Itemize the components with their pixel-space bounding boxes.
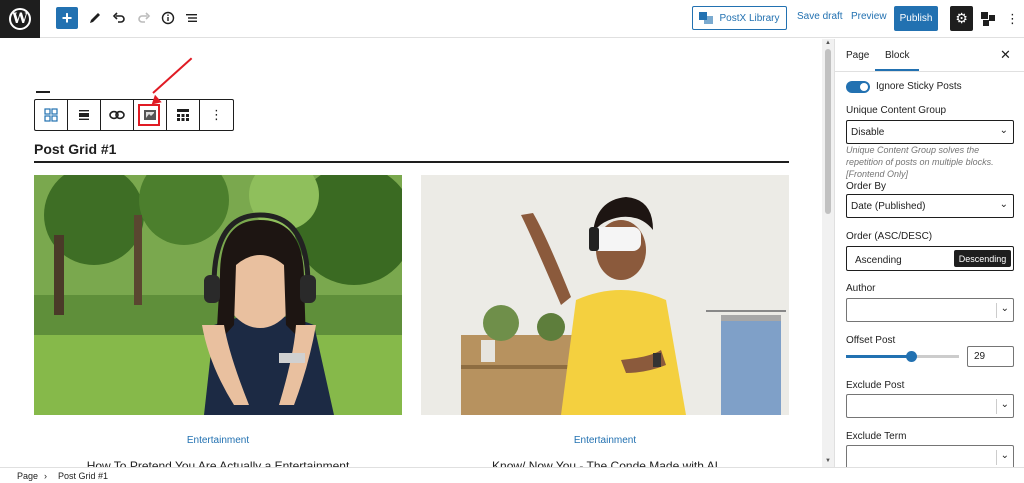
exclude-post-select[interactable]: ⌄	[846, 394, 1014, 418]
link-icon[interactable]	[101, 100, 134, 130]
offset-label: Offset Post	[846, 335, 896, 346]
unique-group-select[interactable]: Disable ⌄	[846, 120, 1014, 144]
add-block-button[interactable]: +	[56, 7, 78, 29]
publish-button[interactable]: Publish	[894, 6, 938, 31]
breadcrumb-block[interactable]: Post Grid #1	[58, 471, 108, 481]
slider-thumb[interactable]	[906, 351, 918, 362]
details-info-icon[interactable]	[161, 7, 175, 29]
offset-slider[interactable]	[846, 351, 959, 362]
tab-block[interactable]: Block	[874, 50, 921, 71]
chevron-down-icon: ⌄	[1000, 450, 1009, 461]
chevron-down-icon: ⌄	[999, 199, 1008, 210]
align-icon[interactable]	[68, 100, 101, 130]
canvas-scrollbar[interactable]: ▲ ▼	[822, 39, 834, 467]
author-label: Author	[846, 283, 876, 294]
edit-pencil-icon[interactable]	[88, 7, 102, 29]
ascending-option[interactable]: Ascending	[855, 255, 902, 266]
layout-grid-icon[interactable]	[167, 100, 200, 130]
postx-library-button[interactable]: PostX Library	[692, 6, 787, 30]
wordpress-logo-icon[interactable]: W	[0, 0, 40, 38]
post-category[interactable]: Entertainment	[34, 435, 402, 446]
post-grid-block-icon[interactable]	[35, 100, 68, 130]
postx-library-label: PostX Library	[719, 12, 780, 24]
order-by-value: Date (Published)	[851, 201, 926, 212]
order-by-label: Order By	[846, 181, 887, 192]
list-view-icon[interactable]	[185, 7, 199, 29]
tab-page[interactable]: Page	[846, 50, 869, 61]
scroll-down-icon[interactable]: ▼	[825, 458, 831, 464]
post-image-woman-headphones[interactable]	[34, 175, 402, 415]
author-select[interactable]: ⌄	[846, 298, 1014, 322]
editor-canvas: ⋮ Post Grid #1 Entertainment How To Pret…	[0, 39, 822, 467]
sidebar-tabs: Page Block ✕	[835, 39, 1024, 72]
breadcrumb-separator: ›	[44, 471, 47, 481]
ignore-sticky-toggle[interactable]	[846, 81, 870, 93]
block-title: Post Grid #1	[34, 141, 117, 157]
chevron-down-icon: ⌄	[1000, 303, 1009, 314]
scroll-up-icon[interactable]: ▲	[825, 40, 831, 46]
editor-top-bar: W + PostX Library Save draft Preview Pub…	[0, 0, 1024, 38]
settings-sidebar: Page Block ✕ Ignore Sticky Posts Unique …	[834, 39, 1024, 467]
chevron-down-icon: ⌄	[999, 125, 1008, 136]
save-draft-button[interactable]: Save draft	[797, 11, 843, 22]
block-toolbar: ⋮	[34, 99, 234, 131]
more-options-icon[interactable]: ⋮	[1006, 8, 1019, 30]
breadcrumb-page[interactable]: Page	[17, 471, 38, 481]
settings-gear-icon[interactable]: ⚙	[950, 6, 973, 31]
annotation-arrow	[152, 57, 193, 94]
postx-library-icon	[699, 12, 714, 24]
exclude-post-label: Exclude Post	[846, 380, 905, 391]
preview-button[interactable]: Preview	[851, 11, 887, 22]
breadcrumb: Page › Post Grid #1	[0, 467, 1024, 483]
exclude-term-select[interactable]: ⌄	[846, 445, 1014, 467]
title-divider	[34, 161, 789, 163]
unique-group-help: Unique Content Group solves the repetiti…	[846, 145, 994, 179]
unique-group-value: Disable	[851, 127, 885, 138]
descending-option[interactable]: Descending	[954, 250, 1011, 267]
scrollbar-thumb[interactable]	[825, 49, 831, 214]
plugin-icon[interactable]	[980, 8, 996, 30]
offset-input[interactable]: 29	[967, 346, 1014, 367]
post-title[interactable]: How To Pretend You Are Actually a Entert…	[34, 459, 402, 467]
block-options-icon[interactable]: ⋮	[200, 100, 233, 130]
close-icon[interactable]: ✕	[1000, 47, 1011, 63]
order-toggle-group: Ascending Descending	[846, 246, 1014, 271]
cut-heading-fragment	[36, 91, 50, 94]
chevron-down-icon: ⌄	[1000, 399, 1009, 410]
unique-group-label: Unique Content Group	[846, 105, 947, 116]
post-title[interactable]: Know/ Now You - The Conde Made with AI	[421, 459, 789, 467]
post-category[interactable]: Entertainment	[421, 435, 789, 446]
exclude-term-label: Exclude Term	[846, 431, 907, 442]
redo-icon[interactable]	[137, 7, 151, 29]
post-image-vr-headset[interactable]	[421, 175, 789, 415]
order-by-select[interactable]: Date (Published) ⌄	[846, 194, 1014, 218]
ignore-sticky-label: Ignore Sticky Posts	[876, 81, 962, 92]
annotation-highlight-box	[138, 104, 160, 126]
order-label: Order (ASC/DESC)	[846, 231, 933, 242]
undo-icon[interactable]	[112, 7, 126, 29]
